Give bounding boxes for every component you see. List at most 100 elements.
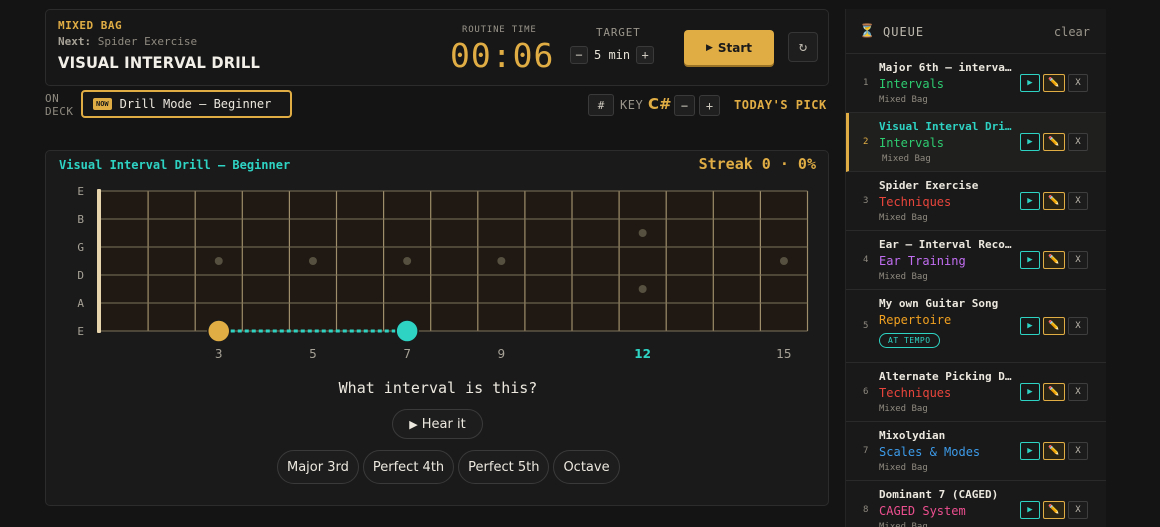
play-button[interactable]: ▶ — [1020, 317, 1040, 335]
on-deck-label-line1: ON — [45, 92, 60, 105]
routine-time-label: ROUTINE TIME — [462, 25, 537, 35]
queue-title: QUEUE — [883, 25, 925, 39]
answer-button[interactable]: Perfect 5th — [458, 450, 550, 484]
key-label: KEY — [620, 98, 644, 112]
key-increase-button[interactable]: + — [699, 95, 720, 116]
play-button[interactable]: ▶ — [1020, 442, 1040, 460]
now-playing-pill[interactable]: NOW Drill Mode — Beginner — [81, 90, 292, 118]
delete-button[interactable]: X — [1068, 442, 1088, 460]
queue-item-name: Dominant 7 (CAGED) — [879, 488, 999, 501]
play-button[interactable]: ▶ — [1020, 383, 1040, 401]
fret-number-label: 15 — [776, 347, 791, 361]
start-button[interactable]: ▶ Start — [684, 30, 774, 65]
session-header: MIXED BAG Next: Spider Exercise VISUAL I… — [45, 9, 829, 86]
answer-button[interactable]: Perfect 4th — [362, 450, 455, 484]
edit-button[interactable]: ✏️ — [1043, 133, 1065, 151]
queue-item[interactable]: 1 Major 6th — interval drill Intervals Mixe… — [846, 54, 1106, 113]
delete-button[interactable]: X — [1068, 317, 1088, 335]
play-button[interactable]: ▶ — [1020, 74, 1040, 92]
hear-it-label: Hear it — [421, 416, 466, 432]
answer-button[interactable]: Major 3rd — [277, 450, 359, 484]
edit-button[interactable]: ✏️ — [1043, 251, 1065, 269]
reset-button[interactable]: ↻ — [788, 32, 818, 62]
fret-inlay — [214, 257, 223, 265]
queue-item-name: My own Guitar Song — [879, 297, 999, 310]
target-value: 5 min — [594, 48, 631, 62]
play-icon: ▶ — [1027, 505, 1033, 515]
delete-button[interactable]: X — [1068, 74, 1088, 92]
queue-item[interactable]: 7 Mixolydian Scales & Modes Mixed Bag ▶ ✏️ X — [846, 422, 1106, 481]
queue-item[interactable]: 5 My own Guitar Song Repertoire AT TEMPO ▶ ✏️… — [846, 290, 1106, 363]
queue-item[interactable]: 4 Ear — Interval Recognition Ear Training M… — [846, 231, 1106, 290]
delete-button[interactable]: X — [1068, 192, 1088, 210]
queue-item-source: Mixed Bag — [879, 95, 928, 105]
todays-pick-link[interactable]: TODAY'S PICK — [734, 98, 827, 112]
edit-button[interactable]: ✏️ — [1043, 383, 1065, 401]
target-stepper: − 5 min + — [570, 46, 655, 64]
queue-item[interactable]: 3 Spider Exercise Techniques Mixed Bag ▶ ✏️ X — [846, 172, 1106, 231]
target-increase-button[interactable]: + — [636, 46, 655, 64]
hear-it-button[interactable]: ▶ Hear it — [392, 409, 483, 439]
edit-button[interactable]: ✏️ — [1043, 501, 1065, 519]
play-icon: ▶ — [409, 417, 418, 431]
play-icon: ▶ — [1027, 446, 1033, 456]
edit-button[interactable]: ✏️ — [1043, 317, 1065, 335]
delete-button[interactable]: X — [1068, 133, 1088, 151]
queue-item-actions: ▶ ✏️ X — [1020, 251, 1088, 269]
queue-item-source: Mixed Bag — [882, 154, 931, 164]
current-exercise-title: VISUAL INTERVAL DRILL — [58, 53, 261, 72]
queue-item-actions: ▶ ✏️ X — [1020, 192, 1088, 210]
queue-item-source: Mixed Bag — [879, 213, 928, 223]
queue-item-name: Visual Interval Drill — [879, 120, 1014, 133]
queue-item-category: Intervals — [879, 77, 945, 91]
next-value: Spider Exercise — [97, 35, 198, 48]
now-playing-text: Drill Mode — Beginner — [119, 97, 272, 111]
target-note-marker — [395, 319, 419, 343]
pencil-icon: ✏️ — [1048, 446, 1060, 456]
target-decrease-button[interactable]: − — [570, 46, 588, 64]
delete-button[interactable]: X — [1068, 383, 1088, 401]
tempo-badge: AT TEMPO — [879, 333, 940, 348]
edit-button[interactable]: ✏️ — [1043, 192, 1065, 210]
close-icon: X — [1075, 387, 1081, 397]
queue-item-source: Mixed Bag — [879, 272, 928, 282]
delete-button[interactable]: X — [1068, 251, 1088, 269]
queue-item[interactable]: 8 Dominant 7 (CAGED) CAGED System Mixed Bag… — [846, 481, 1106, 527]
pencil-icon: ✏️ — [1048, 78, 1060, 88]
queue-item-number: 4 — [863, 255, 869, 265]
answer-button[interactable]: Octave — [553, 450, 620, 484]
queue-item[interactable]: 6 Alternate Picking Drill Techniques Mixed … — [846, 363, 1106, 422]
close-icon: X — [1075, 505, 1081, 515]
close-icon: X — [1075, 446, 1081, 456]
queue-item[interactable]: 2 Visual Interval Drill Intervals Mixed Bag… — [846, 113, 1106, 172]
queue-item-name: Spider Exercise — [879, 179, 979, 192]
close-icon: X — [1075, 321, 1081, 331]
queue-item-actions: ▶ ✏️ X — [1020, 317, 1088, 335]
string-label: E — [77, 185, 84, 198]
play-button[interactable]: ▶ — [1020, 251, 1040, 269]
edit-button[interactable]: ✏️ — [1043, 442, 1065, 460]
play-button[interactable]: ▶ — [1020, 501, 1040, 519]
queue-item-actions: ▶ ✏️ X — [1020, 501, 1088, 519]
string-label: D — [77, 269, 84, 282]
sharp-toggle-button[interactable]: # — [588, 94, 614, 116]
delete-button[interactable]: X — [1068, 501, 1088, 519]
clear-queue-button[interactable]: clear — [1054, 25, 1090, 39]
queue-header: ⏳ QUEUE clear — [846, 9, 1106, 54]
play-button[interactable]: ▶ — [1020, 133, 1040, 151]
play-icon: ▶ — [1027, 321, 1033, 331]
queue-item-category: Repertoire — [879, 313, 952, 327]
routine-time-display: 00:06 — [450, 36, 555, 75]
fret-number-label: 5 — [309, 347, 317, 361]
play-button[interactable]: ▶ — [1020, 192, 1040, 210]
fret-number-label: 3 — [215, 347, 223, 361]
hourglass-icon: ⏳ — [859, 24, 876, 39]
queue-panel: ⏳ QUEUE clear 1 Major 6th — interval dril… — [845, 9, 1106, 527]
key-decrease-button[interactable]: − — [674, 95, 695, 116]
drill-panel: Visual Interval Drill — Beginner Streak … — [45, 150, 829, 506]
next-exercise: Next: Spider Exercise — [58, 35, 197, 48]
fret-inlay — [403, 257, 412, 265]
edit-button[interactable]: ✏️ — [1043, 74, 1065, 92]
queue-item-category: Techniques — [879, 195, 952, 209]
queue-item-category: Scales & Modes — [879, 445, 981, 459]
